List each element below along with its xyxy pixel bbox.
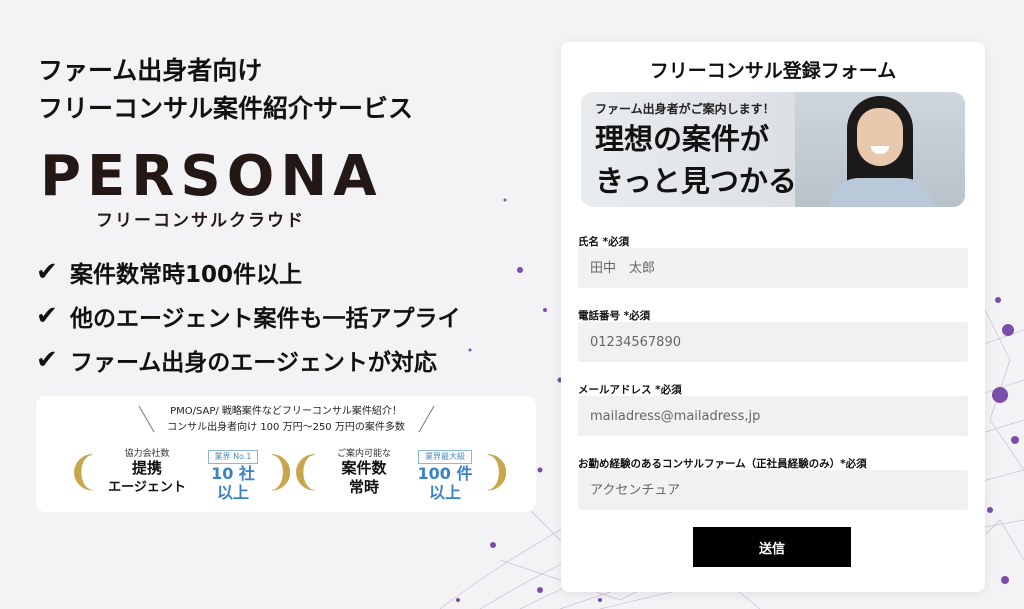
banner-headline-line-1: 理想の案件が: [595, 122, 770, 156]
headline-line-1: ファーム出身者向け: [38, 56, 263, 85]
check-icon: ✔: [36, 301, 58, 331]
award-title-line-2: 常時: [348, 478, 379, 496]
feature-item: ✔ ファーム出身のエージェントが対応: [36, 338, 536, 382]
persona-logo: PERSONA フリーコンサルクラウド: [40, 146, 400, 236]
banner-subtitle: ファーム出身者がご案内します！: [595, 102, 775, 116]
headline-line-2: フリーコンサル案件紹介サービス: [38, 94, 414, 123]
feature-text: 他のエージェント案件も一括アプライ: [70, 306, 461, 332]
submit-button[interactable]: 送信: [693, 527, 851, 567]
award-badge: 業界 No.1: [207, 450, 259, 464]
award-small-label: 協力会社数: [124, 449, 170, 459]
phone-input[interactable]: [578, 322, 968, 362]
feature-text: ファーム出身のエージェントが対応: [70, 350, 437, 376]
feature-item: ✔ 他のエージェント案件も一括アプライ: [36, 294, 536, 338]
awards-intro-line-2: コンサル出身者向け 100 万円〜250 万円の案件多数: [167, 422, 405, 433]
email-field-label: メールアドレス *必須: [578, 384, 682, 396]
logo-tagline: フリーコンサルクラウド: [96, 211, 305, 231]
check-icon: ✔: [36, 257, 58, 287]
firm-input[interactable]: [578, 470, 968, 510]
firm-field-label: お勤め経験のあるコンサルファーム（正社員経験のみ）*必須: [578, 458, 867, 470]
award-value-line-2: 以上: [216, 483, 249, 502]
award-title-line-1: 案件数: [341, 459, 387, 477]
awards-card: PMO/SAP/ 戦略案件などフリーコンサル案件紹介！ コンサル出身者向け 10…: [36, 396, 536, 512]
award-badge: 業界最大級: [418, 450, 472, 464]
check-icon: ✔: [36, 345, 58, 375]
award-small-label: ご案内可能な: [336, 449, 391, 459]
award-value-line-1: 10 社: [211, 464, 255, 483]
consultant-photo: [795, 92, 965, 207]
awards-intro-line-1: PMO/SAP/ 戦略案件などフリーコンサル案件紹介！: [170, 406, 402, 417]
name-input[interactable]: [578, 248, 968, 288]
award-case-count: ❨ ご案内可能な 案件数 常時 業界最大級 100 件 以上 ❩: [288, 442, 514, 506]
photo-face: [857, 108, 903, 166]
banner-headline-line-2: きっと見つかる: [595, 164, 797, 198]
form-title: フリーコンサル登録フォーム: [649, 60, 897, 82]
award-value-line-2: 以上: [428, 483, 461, 502]
hero-headline: ファーム出身者向け フリーコンサル案件紹介サービス: [38, 52, 538, 128]
laurel-left-icon: ❨: [66, 449, 100, 495]
feature-item: ✔ 案件数常時100件以上: [36, 250, 536, 294]
feature-text: 案件数常時100件以上: [70, 262, 303, 288]
laurel-right-icon: ❩: [480, 449, 514, 495]
phone-field-label: 電話番号 *必須: [578, 310, 651, 322]
name-field-label: 氏名 *必須: [578, 236, 630, 248]
form-banner: ファーム出身者がご案内します！ 理想の案件が きっと見つかる: [581, 92, 965, 207]
registration-form-card: フリーコンサル登録フォーム ファーム出身者がご案内します！ 理想の案件が きっと…: [561, 42, 985, 592]
banner-headline: 理想の案件が きっと見つかる: [595, 118, 797, 202]
award-title-line-2: エージェント: [108, 480, 186, 495]
email-input[interactable]: [578, 396, 968, 436]
logo-wordmark: PERSONA: [40, 144, 383, 209]
award-partner-agents: ❨ 協力会社数 提携 エージェント 業界 No.1 10 社 以上 ❩: [66, 442, 298, 506]
award-title-line-1: 提携: [131, 459, 162, 477]
photo-body: [829, 178, 933, 207]
feature-list: ✔ 案件数常時100件以上 ✔ 他のエージェント案件も一括アプライ ✔ ファーム…: [36, 250, 536, 382]
awards-intro: PMO/SAP/ 戦略案件などフリーコンサル案件紹介！ コンサル出身者向け 10…: [36, 404, 536, 436]
laurel-left-icon: ❨: [288, 449, 322, 495]
award-value-line-1: 100 件: [417, 464, 473, 483]
